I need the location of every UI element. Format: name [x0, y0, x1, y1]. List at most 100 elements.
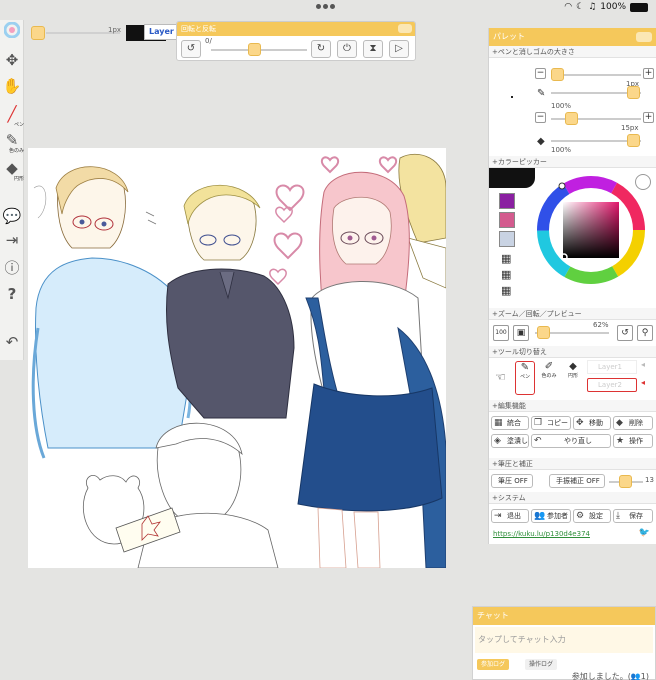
- room-link[interactable]: https://kuku.lu/p130d4e374: [493, 530, 590, 538]
- rotate-zero-label: 0/: [205, 37, 212, 45]
- redo-button[interactable]: ↶ やり直し: [531, 434, 611, 448]
- eraser-size-value: 15px: [621, 124, 639, 132]
- edit-buttons: ▦ 統合 ❐ コピー ✥ 移動 ◆ 削除 ◈ 塗潰し ↶ やり直し ★ 操作: [489, 412, 656, 458]
- hand-icon[interactable]: ✋: [2, 76, 22, 96]
- layer1-button[interactable]: Layer1: [587, 360, 637, 374]
- swatch-pink[interactable]: [499, 212, 515, 228]
- delete-button[interactable]: ◆ 削除: [613, 416, 653, 430]
- section-edit[interactable]: +編集機能: [489, 400, 656, 412]
- stabilizer-slider[interactable]: [609, 475, 643, 488]
- pen-size-minus-button[interactable]: −: [535, 68, 546, 79]
- eyedropper-tool[interactable]: ✎ 色のみ: [2, 130, 24, 154]
- pressure-toggle[interactable]: 筆圧 OFF: [491, 474, 533, 488]
- delete-label: 削除: [629, 419, 643, 427]
- section-zoom[interactable]: +ズーム／回転／プレビュー: [489, 308, 656, 320]
- bucket-icon: ◈: [494, 436, 501, 446]
- eraser-opacity-value: 100%: [551, 146, 572, 154]
- pen-size-slider[interactable]: [551, 68, 641, 81]
- chat-input[interactable]: タップしてチャット入力: [475, 627, 653, 653]
- magnifier-icon[interactable]: ⚲: [637, 325, 653, 341]
- eraser-size-minus-button[interactable]: −: [535, 112, 546, 123]
- fill-button[interactable]: ◈ 塗潰し: [491, 434, 529, 448]
- pen-tool-button[interactable]: ✎ ペン: [515, 361, 535, 395]
- rotate-reset-icon[interactable]: ↺: [181, 40, 201, 58]
- pen-opacity-slider[interactable]: [551, 86, 641, 99]
- layer2-arrow-icon[interactable]: ◂: [641, 378, 645, 387]
- minimize-button[interactable]: [398, 24, 412, 33]
- stabilizer-toggle[interactable]: 手振補正 OFF: [549, 474, 605, 488]
- layer-button[interactable]: Layer 2: [144, 24, 180, 40]
- move-label: 移動: [589, 419, 603, 427]
- rotate-slider[interactable]: [211, 43, 307, 56]
- section-pressure[interactable]: +筆圧と補正: [489, 458, 656, 470]
- rotate-slider-knob[interactable]: [248, 43, 262, 56]
- drawing-canvas[interactable]: [28, 148, 446, 568]
- multitask-dots[interactable]: [316, 4, 335, 9]
- fill-tool[interactable]: ◆ 円形: [2, 158, 24, 182]
- status-bar: ◠ ☾ ♫ 100%: [0, 0, 656, 16]
- palette-minimize-button[interactable]: [636, 32, 652, 42]
- reset-rotation-icon[interactable]: ↺: [617, 325, 633, 341]
- current-color[interactable]: [489, 168, 535, 188]
- section-pen-size[interactable]: +ペンと消しゴムの大きさ: [489, 46, 656, 58]
- grid-icon[interactable]: ▦: [501, 268, 511, 281]
- layer1-arrow-icon[interactable]: ◂: [641, 360, 645, 369]
- picker-tool-button[interactable]: ✐ 色のみ: [539, 361, 559, 395]
- hand-tool-icon[interactable]: ☜: [495, 370, 506, 384]
- eraser-opacity-slider[interactable]: [551, 134, 641, 147]
- layer2-button[interactable]: Layer2: [587, 378, 637, 392]
- operation-label: 操作: [629, 437, 643, 445]
- chat-icon[interactable]: 💬: [2, 206, 22, 226]
- fit-screen-icon[interactable]: ▣: [513, 325, 529, 341]
- eraser-opacity-knob[interactable]: [627, 134, 640, 147]
- color-picker: ▦ ▦ ▦: [489, 168, 656, 308]
- pen-tool[interactable]: ╱ ペン: [2, 104, 24, 128]
- pen-opacity-knob[interactable]: [627, 86, 640, 99]
- section-tool-switch[interactable]: +ツール切り替え: [489, 346, 656, 358]
- copy-button[interactable]: ❐ コピー: [531, 416, 571, 430]
- twitter-icon[interactable]: 🐦: [639, 528, 650, 538]
- undo-icon[interactable]: ↶: [2, 332, 22, 352]
- settings-button[interactable]: ⚙ 設定: [573, 509, 611, 523]
- pen-icon: ✎: [537, 88, 546, 99]
- zoom-slider[interactable]: [535, 326, 609, 339]
- grid-add-icon[interactable]: ▦: [501, 252, 511, 265]
- zoom-knob[interactable]: [537, 326, 550, 339]
- pen-size-knob[interactable]: [551, 68, 564, 81]
- rotate-left-icon[interactable]: ↻: [311, 40, 331, 58]
- stabilizer-knob[interactable]: [619, 475, 632, 488]
- eraser-size-knob[interactable]: [565, 112, 578, 125]
- swatch-purple[interactable]: [499, 193, 515, 209]
- fill-tool-button[interactable]: ◆ 円形: [563, 361, 583, 395]
- operation-button[interactable]: ★ 操作: [613, 434, 653, 448]
- fill-label: 塗潰し: [507, 437, 528, 445]
- color-wheel[interactable]: [535, 174, 647, 286]
- move-icon[interactable]: ✥: [2, 50, 22, 70]
- rotate-power-icon[interactable]: ⏻: [337, 40, 357, 58]
- eraser-size-slider[interactable]: [551, 112, 641, 125]
- brush-color-swatch[interactable]: [31, 26, 45, 40]
- copy-icon: ❐: [534, 418, 543, 428]
- pen-size-plus-button[interactable]: +: [643, 68, 654, 79]
- help-icon[interactable]: ?: [2, 284, 22, 304]
- participants-button[interactable]: 👥 参加者: [531, 509, 571, 523]
- save-button[interactable]: ⤓ 保存: [613, 509, 653, 523]
- move-button[interactable]: ✥ 移動: [573, 416, 611, 430]
- color-wheel-icon[interactable]: [2, 21, 22, 42]
- zoom-100-button[interactable]: 100: [493, 325, 509, 341]
- size-label: 1px: [108, 26, 122, 34]
- swatch-light-blue[interactable]: [499, 231, 515, 247]
- eraser-size-plus-button[interactable]: +: [643, 112, 654, 123]
- info-icon[interactable]: ⓘ: [2, 258, 22, 278]
- tab-operation-log[interactable]: 操作ログ: [525, 659, 558, 670]
- section-system[interactable]: +システム: [489, 492, 656, 504]
- section-color-picker[interactable]: +カラーピッカー: [489, 156, 656, 168]
- merge-button[interactable]: ▦ 統合: [491, 416, 529, 430]
- pen-label: ペン: [13, 122, 24, 128]
- flip-vertical-icon[interactable]: ▷: [389, 40, 409, 58]
- tab-join-log[interactable]: 参加ログ: [477, 659, 510, 670]
- flip-horizontal-icon[interactable]: ⧗: [363, 40, 383, 58]
- exit-button[interactable]: ⇥ 退出: [491, 509, 529, 523]
- exit-icon[interactable]: ⇥: [2, 230, 22, 250]
- grid-remove-icon[interactable]: ▦: [501, 284, 511, 297]
